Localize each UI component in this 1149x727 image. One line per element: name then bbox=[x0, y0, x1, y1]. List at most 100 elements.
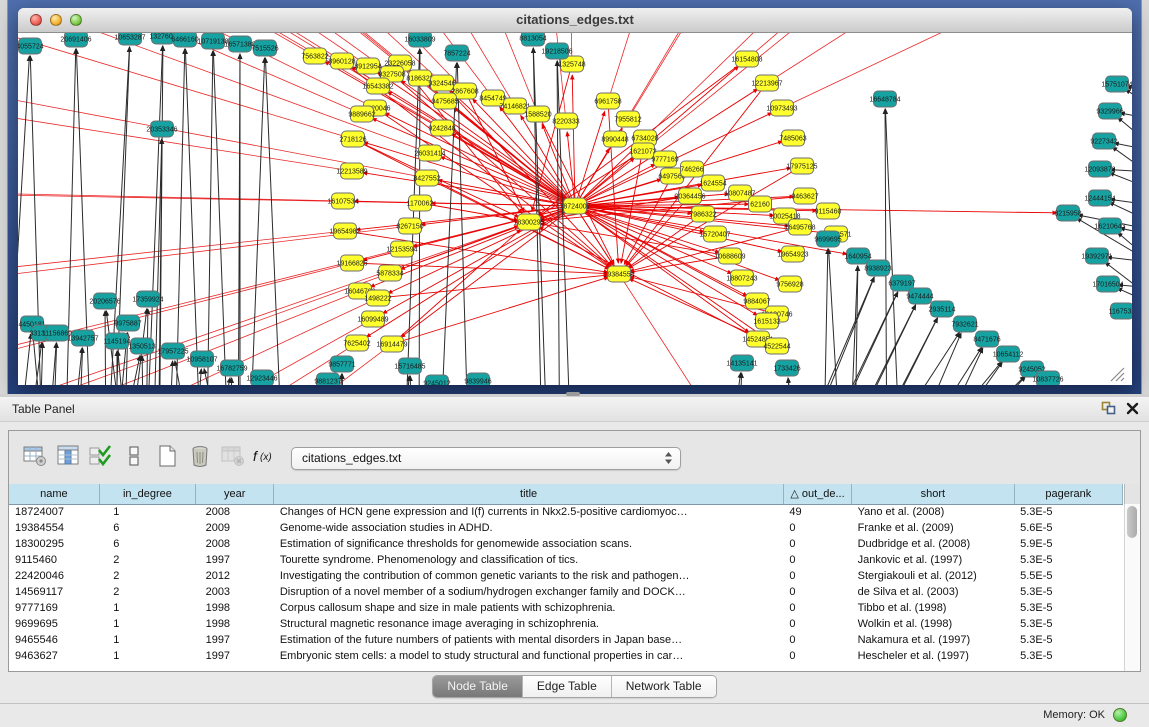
graph-node[interactable]: 16648784 bbox=[869, 91, 900, 107]
graph-node[interactable]: 16914479 bbox=[376, 336, 407, 352]
tab-node-table[interactable]: Node Table bbox=[433, 676, 523, 697]
graph-node[interactable]: 1145194 bbox=[104, 333, 131, 349]
graph-node[interactable]: 13942757 bbox=[67, 330, 98, 346]
table-row[interactable]: 1938455462009Genome-wide association stu… bbox=[9, 520, 1123, 536]
graph-node[interactable]: 14135141 bbox=[726, 355, 757, 371]
graph-node[interactable]: 1624554 bbox=[699, 175, 726, 191]
graph-node[interactable]: 9699695 bbox=[814, 231, 841, 247]
table-scrollbar[interactable] bbox=[1124, 504, 1140, 671]
graph-node[interactable]: 10958107 bbox=[186, 351, 217, 367]
table-row[interactable]: 969969511998Structural magnetic resonanc… bbox=[9, 616, 1123, 632]
graph-node[interactable]: 9463627 bbox=[791, 188, 818, 204]
graph-node[interactable]: 18724007 bbox=[559, 198, 590, 214]
table-row[interactable]: 1456911722003Disruption of a novel membe… bbox=[9, 584, 1123, 600]
graph-node[interactable]: 2718126 bbox=[339, 131, 366, 147]
graph-node[interactable]: 1170062 bbox=[407, 195, 434, 211]
graph-node[interactable]: 19384554 bbox=[603, 266, 634, 282]
graph-canvas[interactable]: 1872400719384554183002957563822896012889… bbox=[18, 33, 1132, 385]
graph-node[interactable]: 9227342 bbox=[1090, 133, 1117, 149]
graph-node[interactable]: 7625402 bbox=[343, 335, 370, 351]
graph-node[interactable]: 16495768 bbox=[784, 219, 815, 235]
graph-node[interactable]: 12213967 bbox=[751, 75, 782, 91]
graph-node[interactable]: 17957225 bbox=[157, 343, 188, 359]
graph-node[interactable]: 19654923 bbox=[777, 246, 808, 262]
graph-node[interactable]: 9839946 bbox=[464, 373, 491, 385]
float-panel-icon[interactable] bbox=[1101, 401, 1116, 420]
graph-node[interactable]: 12153594 bbox=[386, 241, 417, 257]
graph-node[interactable]: 20353346 bbox=[146, 121, 177, 137]
graph-node[interactable]: 1588520 bbox=[524, 106, 551, 122]
delete-columns-button[interactable] bbox=[186, 443, 214, 473]
graph-node[interactable]: 6961758 bbox=[594, 93, 621, 109]
graph-node[interactable]: 62160 bbox=[749, 196, 772, 212]
graph-node[interactable]: 7932621 bbox=[951, 316, 978, 332]
graph-node[interactable]: 19392971 bbox=[1081, 248, 1112, 264]
graph-node[interactable]: 4522544 bbox=[763, 338, 790, 354]
table-row[interactable]: 1872400712008Changes of HCN gene express… bbox=[9, 504, 1123, 520]
graph-node[interactable]: 8813054 bbox=[519, 33, 546, 46]
graph-node[interactable]: 9884067 bbox=[743, 293, 770, 309]
graph-node[interactable]: 8220333 bbox=[552, 113, 579, 129]
graph-node[interactable]: 16543382 bbox=[362, 78, 393, 94]
graph-node[interactable]: 16782759 bbox=[216, 360, 247, 376]
graph-node[interactable]: 18807243 bbox=[726, 270, 757, 286]
graph-node[interactable]: 9777169 bbox=[651, 151, 678, 167]
tab-edge-table[interactable]: Edge Table bbox=[523, 676, 612, 697]
canvas-resize-grip[interactable] bbox=[1111, 368, 1124, 381]
memory-indicator[interactable] bbox=[1113, 708, 1127, 722]
graph-node[interactable]: 15720407 bbox=[699, 226, 730, 242]
graph-node[interactable]: 9329966 bbox=[1096, 103, 1123, 119]
graph-node[interactable]: 16033809 bbox=[404, 33, 435, 47]
graph-node[interactable]: 12923446 bbox=[246, 370, 277, 385]
graph-node[interactable]: 16107534 bbox=[327, 193, 358, 209]
graph-node[interactable]: 19218506 bbox=[541, 43, 572, 59]
graph-node[interactable]: 7515526 bbox=[251, 40, 278, 56]
graph-node[interactable]: 12093872 bbox=[1084, 161, 1115, 177]
function-builder-button[interactable]: f(x) bbox=[252, 443, 280, 473]
graph-node[interactable]: 10654112 bbox=[993, 346, 1024, 362]
column-header-in_degree[interactable]: in_degree bbox=[99, 484, 195, 504]
graph-node[interactable]: 17975125 bbox=[786, 158, 817, 174]
column-header-out_de[interactable]: △ out_de... bbox=[783, 484, 851, 504]
graph-node[interactable]: 9245012 bbox=[423, 375, 450, 385]
column-header-name[interactable]: name bbox=[9, 484, 99, 504]
table-row[interactable]: 946554611997Estimation of the future num… bbox=[9, 632, 1123, 648]
splitter-handle[interactable] bbox=[566, 392, 580, 396]
table-mode-button[interactable] bbox=[21, 443, 49, 473]
graph-node[interactable]: 7955812 bbox=[614, 111, 641, 127]
table-selector-dropdown[interactable]: citations_edges.txt bbox=[291, 447, 681, 470]
create-column-button[interactable] bbox=[153, 443, 181, 473]
graph-node[interactable]: 20364456 bbox=[674, 188, 705, 204]
graph-node[interactable]: 2935114 bbox=[929, 301, 956, 317]
graph-node[interactable]: 6466160 bbox=[171, 33, 198, 47]
column-header-pagerank[interactable]: pagerank bbox=[1014, 484, 1122, 504]
window-title-bar[interactable]: citations_edges.txt bbox=[18, 8, 1132, 33]
graph-node[interactable]: 20206576 bbox=[89, 293, 120, 309]
graph-node[interactable]: 9881237 bbox=[314, 373, 341, 385]
graph-node[interactable]: 19166825 bbox=[336, 255, 367, 271]
graph-node[interactable]: 9975887 bbox=[114, 315, 141, 331]
graph-node[interactable]: 12213589 bbox=[336, 163, 367, 179]
show-columns-button[interactable] bbox=[54, 443, 82, 473]
graph-node[interactable]: 5878334 bbox=[376, 265, 403, 281]
graph-node[interactable]: 746266 bbox=[680, 161, 703, 177]
table-row[interactable]: 977716911998Corpus callosum shape and si… bbox=[9, 600, 1123, 616]
graph-node[interactable]: 10973493 bbox=[766, 100, 797, 116]
graph-node[interactable]: 19654982 bbox=[329, 223, 360, 239]
graph-node[interactable]: 8960128 bbox=[328, 53, 355, 69]
table-row[interactable]: 2242004622012Investigating the contribut… bbox=[9, 568, 1123, 584]
graph-node[interactable]: 8938923 bbox=[864, 260, 891, 276]
graph-node[interactable]: 7563822 bbox=[301, 48, 328, 64]
graph-node[interactable]: 8427552 bbox=[413, 170, 440, 186]
graph-node[interactable]: 17359924 bbox=[132, 291, 163, 307]
graph-node[interactable]: 10653287 bbox=[114, 33, 145, 45]
graph-node[interactable]: 8215958 bbox=[1054, 205, 1081, 221]
graph-node[interactable]: 9115460 bbox=[815, 203, 842, 219]
graph-node[interactable]: 9857771 bbox=[328, 356, 355, 372]
graph-node[interactable]: 17016504 bbox=[1092, 276, 1123, 292]
graph-node[interactable]: 10837726 bbox=[1032, 371, 1063, 385]
graph-node[interactable]: 7485063 bbox=[779, 130, 806, 146]
graph-node[interactable]: 7986322 bbox=[689, 206, 716, 222]
graph-node[interactable]: 16210643 bbox=[1094, 218, 1125, 234]
clear-selection-button[interactable] bbox=[120, 443, 148, 473]
